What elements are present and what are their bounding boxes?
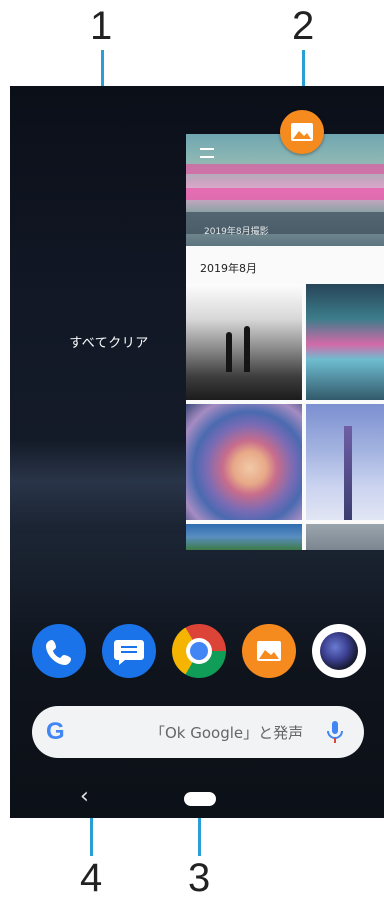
photo-thumbnail[interactable] <box>306 404 384 520</box>
callout-number-1: 1 <box>90 4 113 48</box>
album-month-label: 2019年8月 <box>200 262 257 275</box>
clear-all-button[interactable]: すべてクリア <box>54 332 164 351</box>
recents-screen: すべてクリア 2019年8月撮影 2019年8月 G 「Ok Google」と発… <box>10 86 384 818</box>
search-hint-text: 「Ok Google」と発声 <box>150 724 304 742</box>
photo-thumbnail[interactable] <box>186 284 302 400</box>
callout-line-4 <box>90 816 93 856</box>
menu-icon[interactable] <box>200 148 214 158</box>
photo-thumbnail[interactable] <box>306 524 384 550</box>
photo-thumbnail[interactable] <box>186 404 302 520</box>
album-icon[interactable] <box>242 624 296 678</box>
album-app-icon[interactable] <box>280 110 324 154</box>
chrome-icon[interactable] <box>172 624 226 678</box>
home-pill[interactable] <box>184 792 216 806</box>
album-header-caption: 2019年8月撮影 <box>204 227 269 237</box>
callout-number-3: 3 <box>188 856 211 900</box>
photo-thumbnail[interactable] <box>306 284 384 400</box>
xperia-lens-icon[interactable] <box>312 624 366 678</box>
phone-icon[interactable] <box>32 624 86 678</box>
google-g-icon: G <box>46 718 65 745</box>
callout-number-2: 2 <box>292 4 315 48</box>
mic-icon[interactable] <box>324 719 346 745</box>
messages-icon[interactable] <box>102 624 156 678</box>
callout-number-4: 4 <box>80 856 103 900</box>
google-search-bar[interactable]: G 「Ok Google」と発声 <box>32 706 364 758</box>
app-dock <box>10 624 384 680</box>
photo-thumbnail[interactable] <box>186 524 302 550</box>
recent-app-card-album[interactable]: 2019年8月撮影 2019年8月 <box>186 134 384 550</box>
back-icon[interactable]: ‹ <box>80 786 89 808</box>
